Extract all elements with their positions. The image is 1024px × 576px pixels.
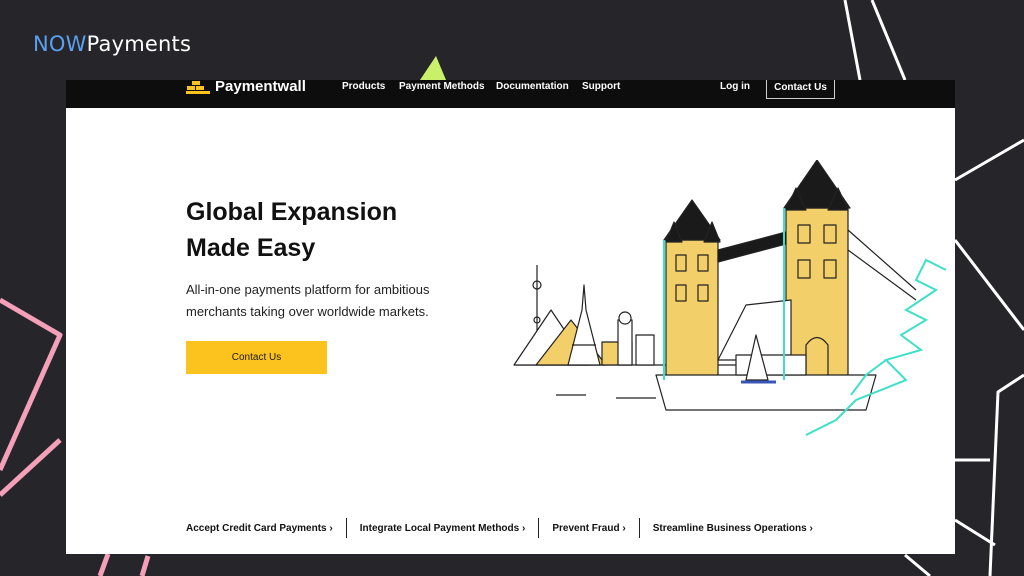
logo-text: Paymentwall [215, 80, 306, 95]
link-accept-credit-card-label: Accept Credit Card Payments [186, 522, 327, 534]
paymentwall-logo[interactable]: Paymentwall [186, 80, 306, 94]
divider [345, 518, 347, 538]
lime-star-shape [420, 56, 446, 80]
chevron-right-icon: › [622, 522, 626, 534]
divider [638, 518, 640, 538]
link-prevent-fraud[interactable]: Prevent Fraud › [552, 523, 625, 534]
landmarks-illustration [513, 160, 947, 436]
brand-payments: Payments [86, 32, 192, 56]
hero-contact-button[interactable]: Contact Us [186, 341, 327, 374]
hero-title-line2: Made Easy [186, 234, 316, 262]
login-link[interactable]: Log in [720, 80, 750, 94]
gold-bars-icon [186, 80, 210, 94]
nowpayments-logo: NOWPayments [33, 32, 191, 56]
nav-payment-methods[interactable]: Payment Methods [399, 80, 485, 94]
link-prevent-fraud-label: Prevent Fraud [552, 522, 620, 534]
nav-products[interactable]: Products [342, 80, 385, 94]
chevron-right-icon: › [522, 522, 526, 534]
chevron-right-icon: › [329, 522, 333, 534]
hero-title-line1: Global Expansion [186, 198, 398, 226]
brand-now: NOW [33, 32, 87, 56]
link-integrate-local-label: Integrate Local Payment Methods [359, 522, 520, 534]
top-nav: Paymentwall Products Payment Methods Doc… [66, 80, 955, 108]
hero-subtitle: All-in-one payments platform for ambitio… [186, 282, 430, 319]
divider [538, 518, 540, 538]
nav-contact-button[interactable]: Contact Us [766, 80, 835, 99]
link-integrate-local-payments[interactable]: Integrate Local Payment Methods › [360, 523, 526, 534]
pink-stroke-shape [0, 297, 63, 472]
browser-frame: Paymentwall Products Payment Methods Doc… [66, 80, 955, 554]
footer-links: Accept Credit Card Payments › Integrate … [186, 518, 813, 538]
nav-support[interactable]: Support [582, 80, 620, 94]
link-accept-credit-card[interactable]: Accept Credit Card Payments › [186, 523, 333, 534]
hero-title: Global Expansion Made Easy [186, 194, 486, 266]
link-streamline-label: Streamline Business Operations [652, 522, 807, 534]
link-streamline-business[interactable]: Streamline Business Operations › [653, 523, 813, 534]
chevron-right-icon: › [809, 522, 813, 534]
nav-documentation[interactable]: Documentation [496, 80, 569, 94]
